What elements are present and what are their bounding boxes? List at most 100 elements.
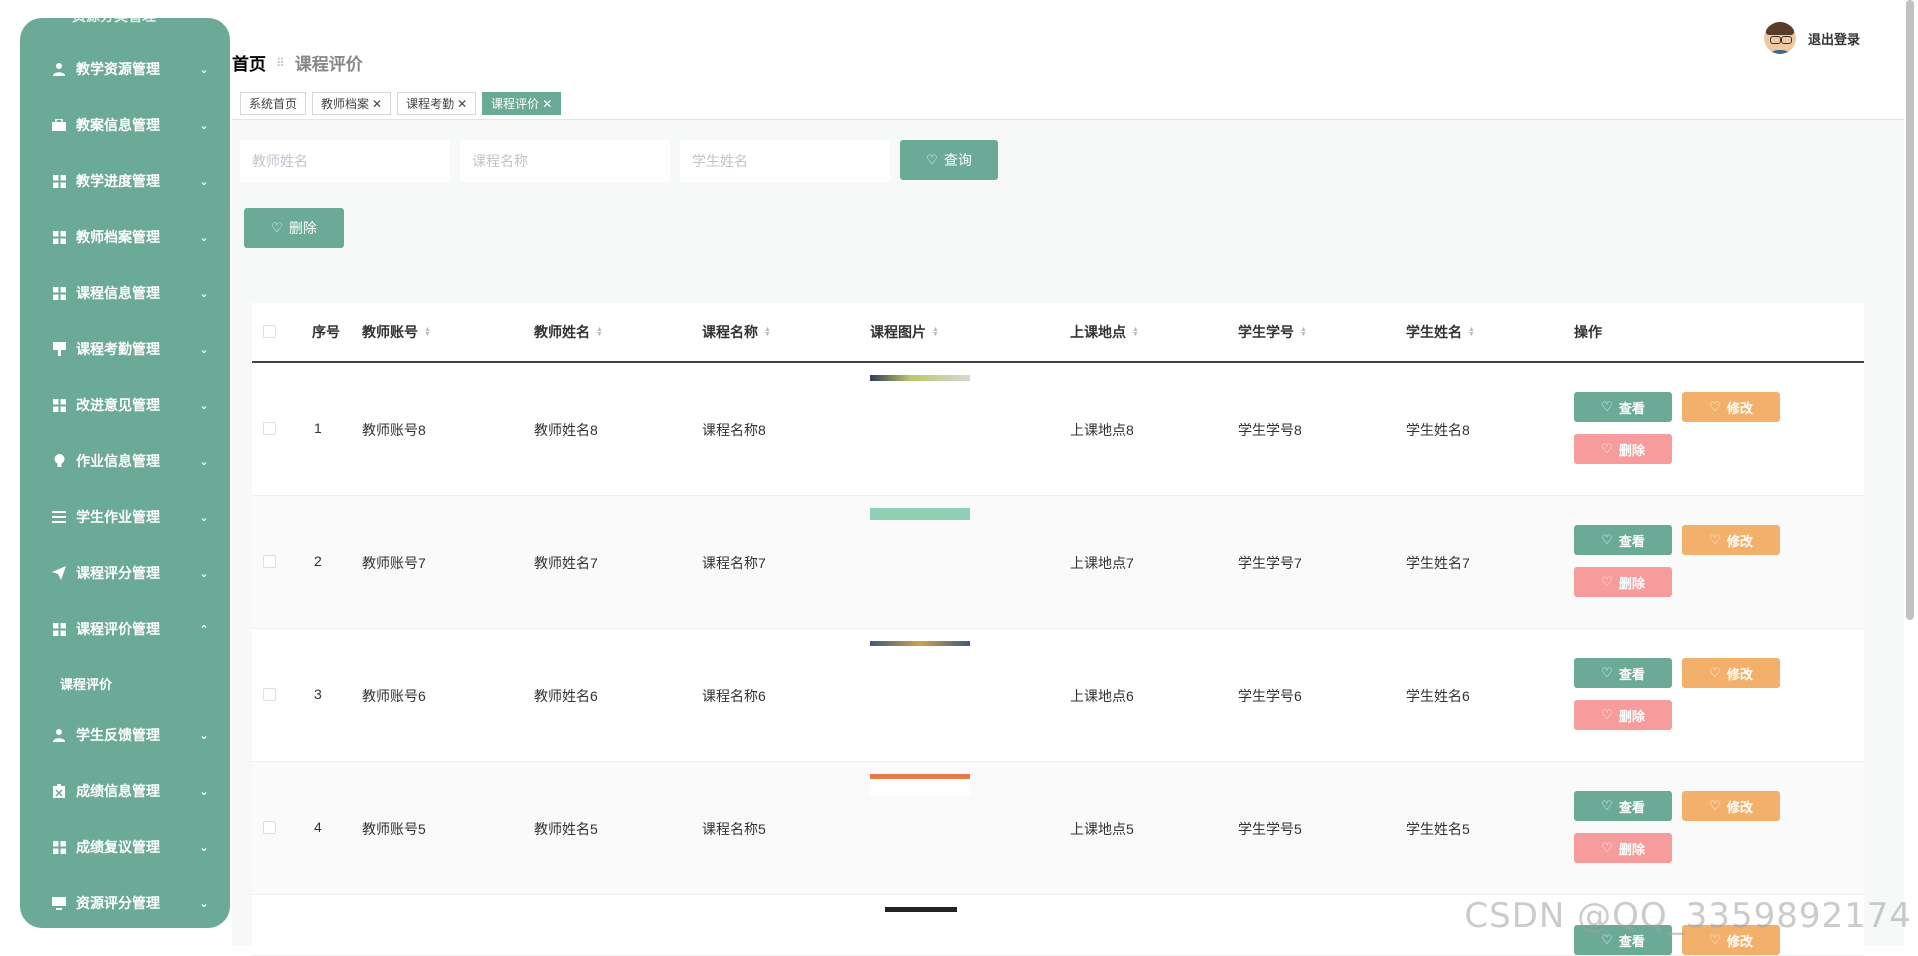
sort-icon[interactable]: ▲ ▼ <box>764 326 771 338</box>
sort-icon[interactable]: ▲ ▼ <box>1132 326 1139 338</box>
delete-button[interactable]: ♡ 删除 <box>1574 833 1672 863</box>
sidebar-item-lesson-plans[interactable]: 教案信息管理 ⌄ <box>20 105 230 145</box>
cell-location: 上课地点6 <box>1070 688 1134 704</box>
column-header-course-name[interactable]: 课程名称 ▲ ▼ <box>702 322 771 342</box>
select-all-checkbox[interactable] <box>263 325 276 338</box>
cell-index: 1 <box>314 420 322 436</box>
heart-icon: ♡ <box>1601 399 1613 414</box>
course-image-thumbnail[interactable] <box>885 907 957 912</box>
sort-icon[interactable]: ▲ ▼ <box>596 326 603 338</box>
row-checkbox[interactable] <box>263 688 276 701</box>
briefcase-icon <box>50 116 68 134</box>
tab-system-home[interactable]: 系统首页 <box>240 92 307 115</box>
close-icon[interactable]: ✕ <box>372 97 382 111</box>
tab-teacher-archive[interactable]: 教师档案 ✕ <box>312 92 392 115</box>
heart-icon: ♡ <box>1601 840 1613 855</box>
column-header-course-image[interactable]: 课程图片 ▲ ▼ <box>870 322 939 342</box>
sidebar-item-course-attendance[interactable]: 课程考勤管理 ⌄ <box>20 329 230 369</box>
student-name-input[interactable] <box>680 140 890 182</box>
row-checkbox[interactable] <box>263 422 276 435</box>
delete-button[interactable]: ♡ 删除 <box>1574 567 1672 597</box>
monitor-icon <box>50 894 68 912</box>
cell-student-id: 学生学号7 <box>1238 555 1302 571</box>
heart-icon: ♡ <box>1601 665 1613 680</box>
cell-student-name: 学生姓名5 <box>1406 821 1470 837</box>
course-name-input[interactable] <box>460 140 670 182</box>
sidebar-subitem-course-evaluation[interactable]: 课程评价 <box>60 674 112 693</box>
edit-button[interactable]: ♡ 修改 <box>1682 392 1780 422</box>
heart-icon: ♡ <box>1709 532 1721 547</box>
sidebar-item-partial[interactable]: 资源分类管理 <box>72 18 156 26</box>
course-image-thumbnail[interactable] <box>870 375 970 381</box>
course-image-thumbnail[interactable] <box>870 641 970 646</box>
view-button[interactable]: ♡ 查看 <box>1574 791 1672 821</box>
scrollbar[interactable] <box>1906 0 1914 620</box>
sidebar-item-grade-review[interactable]: 成绩复议管理 ⌄ <box>20 827 230 867</box>
column-header-student-id[interactable]: 学生学号 ▲ ▼ <box>1238 322 1307 342</box>
close-icon[interactable]: ✕ <box>457 97 467 111</box>
sidebar-item-student-homework[interactable]: 学生作业管理 ⌄ <box>20 497 230 537</box>
delete-button[interactable]: ♡ 删除 <box>1574 434 1672 464</box>
sort-icon[interactable]: ▲ ▼ <box>1300 326 1307 338</box>
logout-button[interactable]: 退出登录 <box>1808 29 1860 48</box>
edit-button[interactable]: ♡ 修改 <box>1682 658 1780 688</box>
sidebar-item-homework-info[interactable]: 作业信息管理 ⌄ <box>20 441 230 481</box>
delete-button[interactable]: ♡ 删除 <box>1574 700 1672 730</box>
sidebar-item-teaching-progress[interactable]: 教学进度管理 ⌄ <box>20 161 230 201</box>
sidebar-item-teaching-resources[interactable]: 教学资源管理 ⌄ <box>20 49 230 89</box>
sort-icon[interactable]: ▲ ▼ <box>1468 326 1475 338</box>
grid-icon <box>50 284 68 302</box>
grid-icon <box>50 838 68 856</box>
heart-icon: ♡ <box>1601 574 1613 589</box>
breadcrumb-home[interactable]: 首页 <box>232 50 266 75</box>
user-area: 退出登录 <box>1763 22 1860 54</box>
table-row: 2 教师账号7 教师姓名7 课程名称7 上课地点7 学生学号7 学生姓名7 ♡ 查… <box>252 496 1864 629</box>
sidebar-item-course-info[interactable]: 课程信息管理 ⌄ <box>20 273 230 313</box>
close-icon[interactable]: ✕ <box>542 97 552 111</box>
sidebar-item-teacher-archives[interactable]: 教师档案管理 ⌄ <box>20 217 230 257</box>
heart-icon: ♡ <box>271 220 283 235</box>
row-checkbox[interactable] <box>263 821 276 834</box>
row-checkbox[interactable] <box>263 555 276 568</box>
chevron-down-icon: ⌄ <box>199 897 209 910</box>
tab-course-evaluation[interactable]: 课程评价 ✕ <box>482 92 562 115</box>
cell-index: 2 <box>314 553 322 569</box>
sidebar-item-student-feedback[interactable]: 学生反馈管理 ⌄ <box>20 715 230 755</box>
grid-icon <box>50 620 68 638</box>
sort-icon[interactable]: ▲ ▼ <box>424 326 431 338</box>
query-button[interactable]: ♡ 查询 <box>900 140 998 180</box>
tabs-bar: 系统首页 教师档案 ✕ 课程考勤 ✕ 课程评价 ✕ <box>232 88 1904 120</box>
cell-index: 4 <box>314 819 322 835</box>
column-header-location[interactable]: 上课地点 ▲ ▼ <box>1070 322 1139 342</box>
sidebar-item-grades-info[interactable]: 成绩信息管理 ⌄ <box>20 771 230 811</box>
course-image-thumbnail[interactable] <box>870 774 970 796</box>
column-header-student-name[interactable]: 学生姓名 ▲ ▼ <box>1406 322 1475 342</box>
tab-course-attendance[interactable]: 课程考勤 ✕ <box>397 92 477 115</box>
sidebar-item-course-scoring[interactable]: 课程评分管理 ⌄ <box>20 553 230 593</box>
cell-teacher-account: 教师账号6 <box>362 688 426 704</box>
grid-icon <box>50 172 68 190</box>
grid-icon <box>50 396 68 414</box>
batch-delete-button[interactable]: ♡ 删除 <box>244 208 344 248</box>
sidebar-item-resource-scoring[interactable]: 资源评分管理 ⌄ <box>20 883 230 923</box>
teacher-name-input[interactable] <box>240 140 450 182</box>
chevron-down-icon: ⌄ <box>199 511 209 524</box>
table-row: 4 教师账号5 教师姓名5 课程名称5 上课地点5 学生学号5 学生姓名5 ♡ 查… <box>252 762 1864 895</box>
view-button[interactable]: ♡ 查看 <box>1574 658 1672 688</box>
view-button[interactable]: ♡ 查看 <box>1574 392 1672 422</box>
edit-button[interactable]: ♡ 修改 <box>1682 791 1780 821</box>
course-image-thumbnail[interactable] <box>870 508 970 520</box>
chevron-down-icon: ⌄ <box>199 455 209 468</box>
sidebar-item-improvement[interactable]: 改进意见管理 ⌄ <box>20 385 230 425</box>
column-header-teacher-account[interactable]: 教师账号 ▲ ▼ <box>362 322 431 342</box>
cell-teacher-name: 教师姓名5 <box>534 821 598 837</box>
heart-icon: ♡ <box>1709 399 1721 414</box>
sort-icon[interactable]: ▲ ▼ <box>932 326 939 338</box>
bulb-icon <box>50 452 68 470</box>
cell-student-id: 学生学号5 <box>1238 821 1302 837</box>
avatar[interactable] <box>1763 22 1796 54</box>
edit-button[interactable]: ♡ 修改 <box>1682 525 1780 555</box>
column-header-teacher-name[interactable]: 教师姓名 ▲ ▼ <box>534 322 603 342</box>
sidebar-item-course-evaluation[interactable]: 课程评价管理 ⌃ <box>20 609 230 649</box>
view-button[interactable]: ♡ 查看 <box>1574 525 1672 555</box>
